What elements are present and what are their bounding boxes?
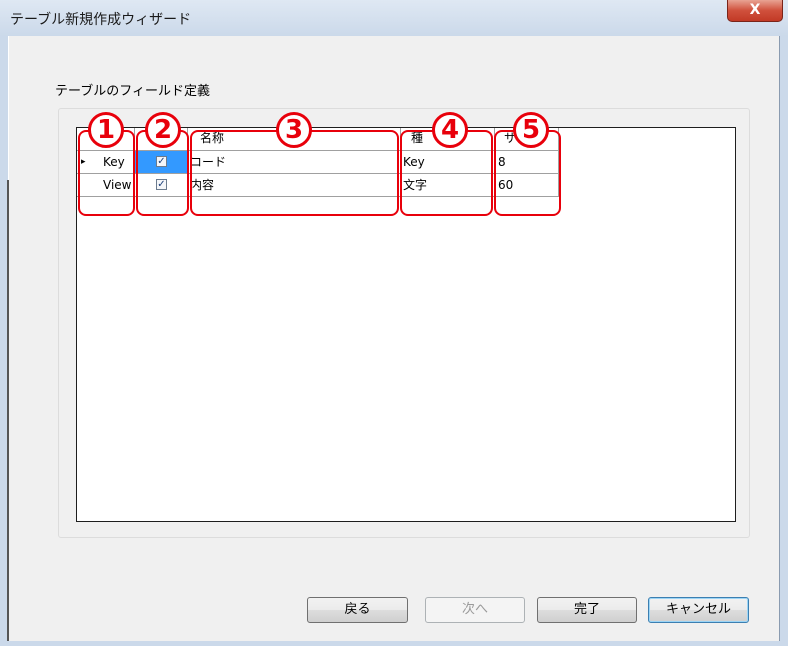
wizard-window: テーブル新規作成ウィザード X テーブルのフィールド定義 選 名称 種 サ ▸ … [0, 0, 788, 646]
title-bar[interactable]: テーブル新規作成ウィザード X [0, 0, 788, 36]
annotation-number-1: 1 [88, 112, 124, 148]
next-button[interactable]: 次へ [425, 597, 525, 623]
close-icon: X [749, 2, 761, 18]
annotation-number-2: 2 [145, 112, 181, 148]
close-button[interactable]: X [727, 0, 783, 22]
annotation-number-5: 5 [513, 112, 549, 148]
window-frame-bottom [0, 641, 788, 646]
cancel-button[interactable]: キャンセル [648, 597, 749, 623]
finish-button[interactable]: 完了 [537, 597, 637, 623]
window-frame-right [780, 36, 788, 646]
field-definition-label: テーブルのフィールド定義 [55, 84, 210, 99]
annotation-number-4: 4 [432, 112, 468, 148]
back-button[interactable]: 戻る [307, 597, 408, 623]
annotation-number-3: 3 [276, 112, 312, 148]
window-title: テーブル新規作成ウィザード [10, 12, 192, 28]
